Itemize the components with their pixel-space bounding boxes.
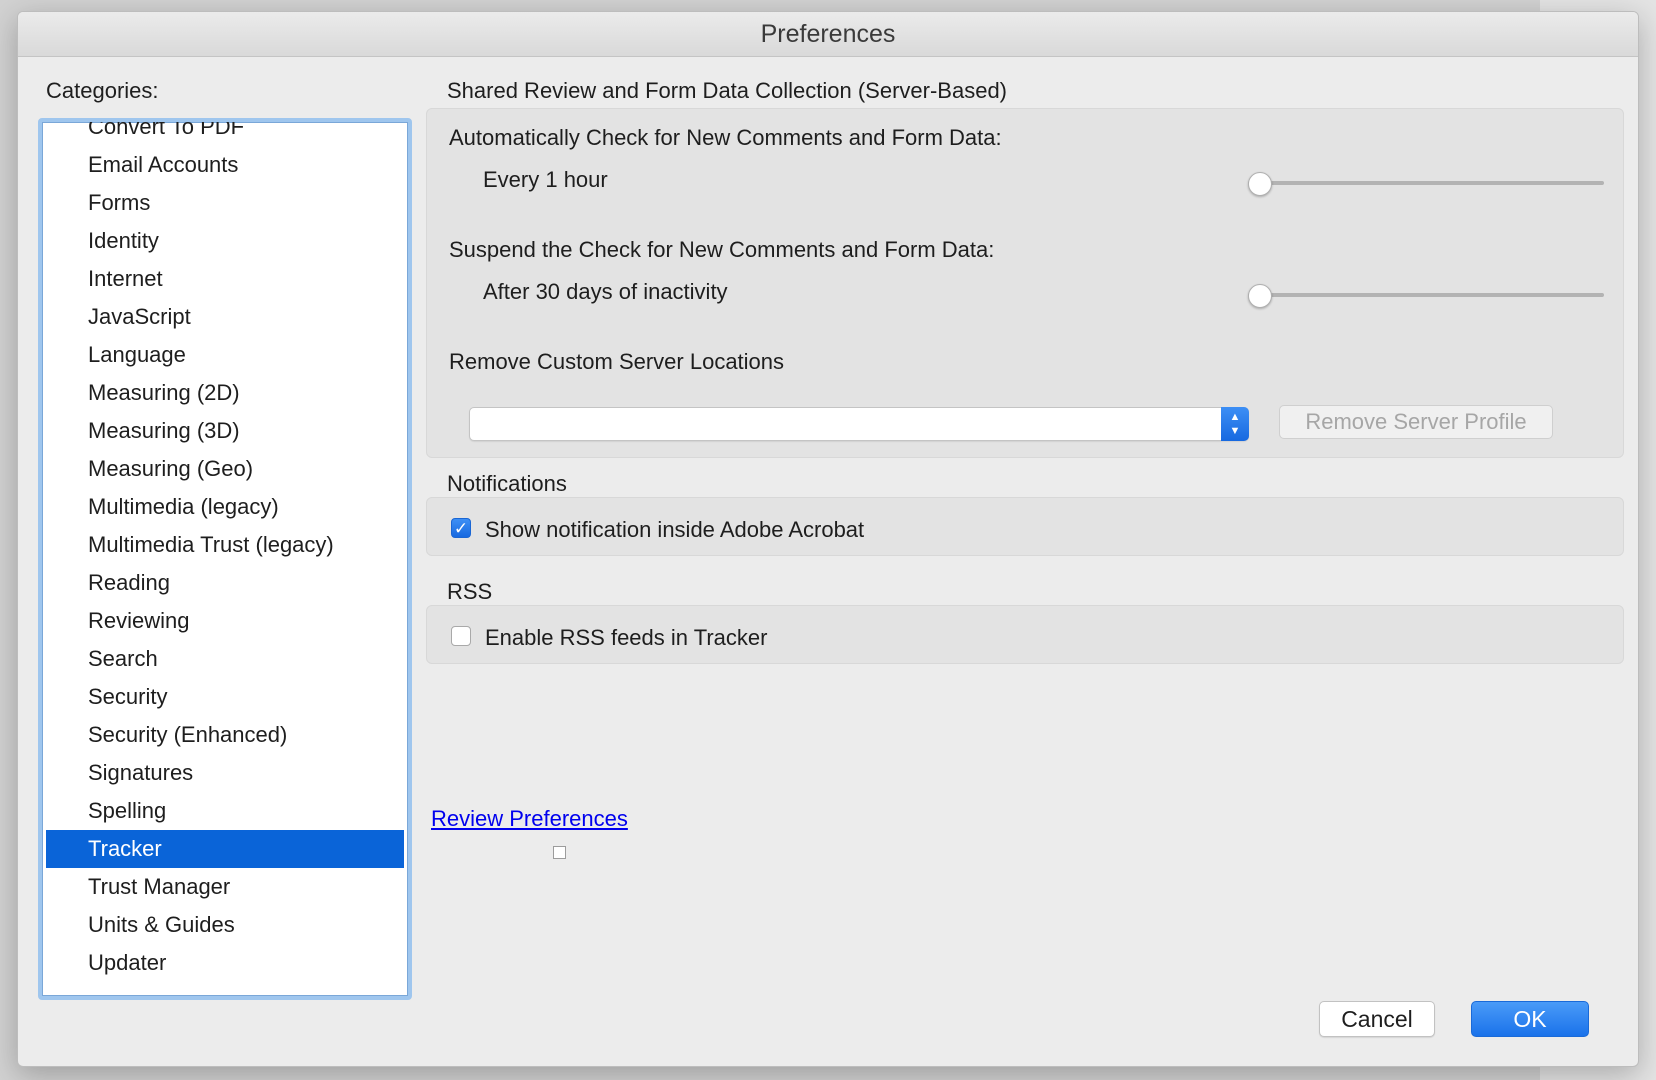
categories-list[interactable]: Convert To PDF Email Accounts Forms Identit… <box>38 118 412 1000</box>
category-item[interactable]: Reviewing <box>42 602 408 640</box>
suspend-slider-knob[interactable] <box>1248 284 1272 308</box>
server-location-select[interactable]: ▲ ▼ <box>469 407 1249 441</box>
cancel-button[interactable]: Cancel <box>1319 1001 1435 1037</box>
suspend-value: After 30 days of inactivity <box>483 279 728 304</box>
show-notification-label: Show notification inside Adobe Acrobat <box>485 517 865 542</box>
remove-locations-label: Remove Custom Server Locations <box>449 349 785 374</box>
category-item[interactable]: Measuring (2D) <box>42 374 408 412</box>
notifications-heading: Notifications <box>447 471 567 496</box>
category-item[interactable]: Forms <box>42 184 408 222</box>
rss-heading: RSS <box>447 579 493 604</box>
suspend-label: Suspend the Check for New Comments and F… <box>449 237 995 262</box>
show-notification-checkbox[interactable]: ✓ <box>451 518 471 538</box>
category-item[interactable]: Security <box>42 678 408 716</box>
category-item[interactable]: Trust Manager <box>42 868 408 906</box>
enable-rss-label: Enable RSS feeds in Tracker <box>485 625 768 650</box>
category-item[interactable]: Convert To PDF <box>42 122 408 146</box>
window-title: Preferences <box>18 12 1638 57</box>
remove-server-profile-button[interactable]: Remove Server Profile <box>1279 405 1553 439</box>
checkmark-icon: ✓ <box>453 519 469 538</box>
category-item[interactable]: Spelling <box>42 792 408 830</box>
category-item[interactable]: Measuring (3D) <box>42 412 408 450</box>
suspend-slider-track[interactable] <box>1248 293 1604 297</box>
categories-items: Convert To PDF Email Accounts Forms Identit… <box>42 122 408 982</box>
review-preferences-link[interactable]: Review Preferences <box>431 806 628 832</box>
category-item[interactable]: Security (Enhanced) <box>42 716 408 754</box>
category-item[interactable]: Identity <box>42 222 408 260</box>
enable-rss-checkbox[interactable] <box>451 626 471 646</box>
category-item[interactable]: Reading <box>42 564 408 602</box>
category-item[interactable]: Signatures <box>42 754 408 792</box>
ok-button[interactable]: OK <box>1471 1001 1589 1037</box>
auto-check-label: Automatically Check for New Comments and… <box>449 125 1002 150</box>
category-item[interactable]: Updater <box>42 944 408 982</box>
category-item[interactable]: JavaScript <box>42 298 408 336</box>
auto-check-slider-track[interactable] <box>1248 181 1604 185</box>
category-item[interactable]: Multimedia Trust (legacy) <box>42 526 408 564</box>
category-item[interactable]: Language <box>42 336 408 374</box>
category-item[interactable]: Units & Guides <box>42 906 408 944</box>
chevron-up-down-icon: ▲ ▼ <box>1221 407 1249 441</box>
category-item[interactable]: Multimedia (legacy) <box>42 488 408 526</box>
categories-label: Categories: <box>46 78 159 103</box>
auto-check-value: Every 1 hour <box>483 167 608 192</box>
tiny-checkbox[interactable] <box>553 846 566 859</box>
category-item[interactable]: Internet <box>42 260 408 298</box>
preferences-dialog: Preferences Categories: Convert To PDF Em… <box>17 11 1639 1067</box>
category-item[interactable]: Tracker <box>46 830 404 868</box>
category-item[interactable]: Measuring (Geo) <box>42 450 408 488</box>
category-item[interactable]: Search <box>42 640 408 678</box>
auto-check-slider-knob[interactable] <box>1248 172 1272 196</box>
category-item[interactable]: Email Accounts <box>42 146 408 184</box>
shared-review-heading: Shared Review and Form Data Collection (… <box>447 78 1008 103</box>
